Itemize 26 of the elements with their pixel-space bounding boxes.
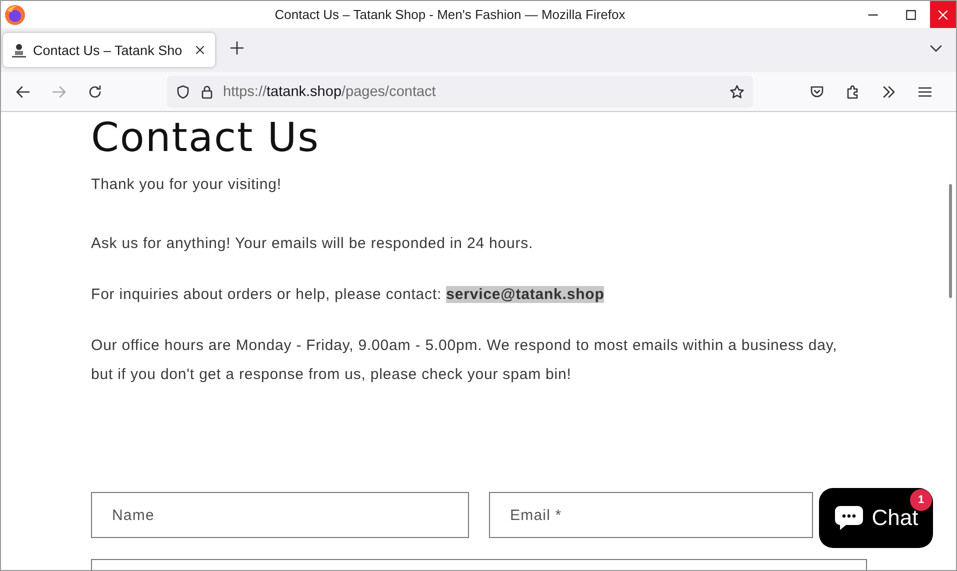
overflow-chevrons-icon[interactable] (881, 84, 897, 100)
paragraph: Thank you for your visiting! (91, 175, 282, 195)
paragraph: Ask us for anything! Your emails will be responded in 24 hours. (91, 234, 534, 254)
reload-icon[interactable] (87, 84, 103, 100)
input-field[interactable]: Name (91, 492, 469, 538)
shop-favicon-icon (11, 42, 27, 58)
maximize-icon[interactable] (904, 8, 918, 22)
window-title: Contact Us – Tatank Shop - Men's Fashion — Mozilla Firefox (274, 7, 626, 22)
paragraph: For inquiries about orders or help, please contact: service@tatank.shop (91, 285, 606, 305)
firefox-logo-icon (4, 4, 26, 26)
input-field[interactable]: Email * (489, 492, 813, 538)
shield-icon[interactable] (175, 84, 191, 100)
close-icon[interactable] (193, 43, 207, 57)
scrollbar-thumb[interactable] (948, 184, 952, 298)
address-bar[interactable]: https://tatank.shop/pages/contact (167, 76, 753, 108)
notification-badge: 1 (910, 489, 932, 511)
star-icon[interactable] (729, 84, 745, 100)
pocket-icon[interactable] (809, 84, 825, 100)
lock-icon[interactable] (199, 84, 215, 100)
new-tab-icon[interactable] (229, 40, 245, 56)
back-icon[interactable] (15, 84, 31, 100)
browser-tab[interactable]: Contact Us – Tatank Sho (3, 33, 215, 67)
page-heading: Contact Us (91, 116, 320, 160)
chat-bubble-icon (834, 504, 864, 532)
paragraph: Our office hours are Monday - Friday, 9.00am - 5.00pm. We respond to most emails within a business day, but if you don't get a response from us, please check your spam bin! (91, 336, 838, 385)
chat-button[interactable]: Chat 1 (819, 488, 933, 548)
